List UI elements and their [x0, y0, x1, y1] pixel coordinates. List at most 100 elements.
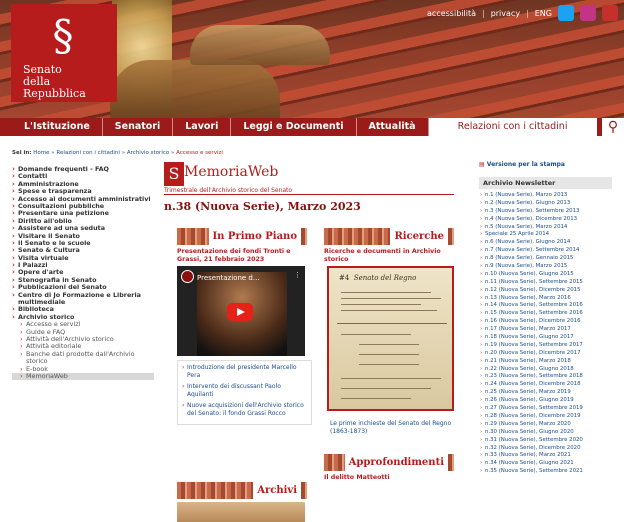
approfondimenti-label: Approfondimenti: [344, 454, 448, 471]
senato-logo[interactable]: § Senato della Repubblica: [11, 4, 117, 102]
archive-item[interactable]: n.9 (Nuova Serie), Marzo 2015: [479, 263, 612, 271]
play-icon[interactable]: [227, 303, 253, 321]
archive-item[interactable]: n.1 (Nuova Serie), Marzo 2013: [479, 192, 612, 200]
archive-item[interactable]: n.19 (Nuova Serie), Settembre 2017: [479, 342, 612, 350]
approfondimenti-headline[interactable]: Il delitto Matteotti: [324, 474, 454, 482]
sidebar-sub-memoriaweb[interactable]: MemoriaWeb: [12, 372, 154, 381]
search-icon[interactable]: ⚲: [602, 118, 624, 136]
link-acquisizioni[interactable]: Nuove acquisizioni dell'Archivio storico…: [182, 402, 307, 418]
scan-line: [359, 364, 419, 365]
archive-item[interactable]: n.28 (Nuova Serie), Dicembre 2019: [479, 413, 612, 421]
nav-attualita[interactable]: Attualità: [357, 118, 429, 136]
archive-item[interactable]: n.3 (Nuova Serie), Settembre 2013: [479, 208, 612, 216]
archive-item[interactable]: n.32 (Nuova Serie), Dicembre 2020: [479, 445, 612, 453]
nav-istituzione[interactable]: L'Istituzione: [0, 118, 103, 136]
archive-item[interactable]: n.5 (Nuova Serie), Marzo 2014: [479, 224, 612, 232]
youtube-icon[interactable]: [602, 5, 618, 21]
archive-item[interactable]: n.13 (Nuova Serie), Marzo 2016: [479, 295, 612, 303]
more-icon[interactable]: ⋮: [294, 271, 301, 279]
archivi-header: Archivi: [177, 482, 307, 499]
scan-line: [341, 398, 411, 399]
archive-item[interactable]: n.12 (Nuova Serie), Dicembre 2015: [479, 287, 612, 295]
channel-avatar: [181, 270, 194, 283]
link-intervento[interactable]: Intervento dei discussant Paolo Aquilant…: [182, 383, 307, 399]
nav-relazioni-cittadini[interactable]: Relazioni con i cittadini: [428, 118, 597, 136]
utility-bar: accessibilità | privacy | ENG: [427, 4, 624, 22]
scan-number: #4: [339, 274, 350, 282]
breadcrumb-home[interactable]: Home: [33, 150, 49, 156]
privacy-link[interactable]: privacy: [491, 9, 520, 18]
ricerche-headline[interactable]: Ricerche e documenti in Archivio storico: [324, 248, 454, 264]
instagram-icon[interactable]: [580, 5, 596, 21]
sidebar-sub-banche-dati[interactable]: Banche dati prodotte dall'Archivio stori…: [12, 350, 154, 366]
page-subtitle: Trimestrale dell'Archivio storico del Se…: [164, 187, 293, 194]
scan-line: [341, 378, 441, 379]
archive-item[interactable]: n.33 (Nuova Serie), Marzo 2021: [479, 452, 612, 460]
archive-item[interactable]: n.6 (Nuova Serie), Giugno 2014: [479, 239, 612, 247]
right-column: ▤ Versione per la stampa Archivio Newsle…: [479, 160, 612, 476]
archivi-label: Archivi: [253, 482, 301, 499]
print-link[interactable]: ▤ Versione per la stampa: [479, 160, 612, 170]
title-divider: [164, 194, 454, 195]
scan-heading: #4 Senato del Regno: [339, 274, 416, 282]
archive-item[interactable]: n.20 (Nuova Serie), Dicembre 2017: [479, 350, 612, 358]
archive-item[interactable]: n.29 (Nuova Serie), Marzo 2020: [479, 421, 612, 429]
archive-item[interactable]: n.23 (Nuova Serie), Settembre 2018: [479, 373, 612, 381]
primo-piano-headline[interactable]: Presentazione dei fondi Tronti e Grassi,…: [177, 248, 307, 264]
archive-item[interactable]: n.10 (Nuova Serie), Giugno 2015: [479, 271, 612, 279]
archive-item[interactable]: n.27 (Nuova Serie), Settembre 2019: [479, 405, 612, 413]
main-nav: L'Istituzione Senatori Lavori Leggi e Do…: [0, 118, 624, 136]
primo-piano-links: Introduzione del presidente Marcello Per…: [177, 360, 312, 425]
archive-item[interactable]: n.25 (Nuova Serie), Marzo 2019: [479, 389, 612, 397]
archive-item[interactable]: n.8 (Nuova Serie), Gennaio 2015: [479, 255, 612, 263]
twitter-icon[interactable]: [558, 5, 574, 21]
sidebar-item-centro[interactable]: Centro di Jo Formazione e Libreria multi…: [12, 291, 154, 307]
nav-leggi-documenti[interactable]: Leggi e Documenti: [231, 118, 357, 136]
printer-icon: ▤: [479, 161, 485, 168]
archive-item[interactable]: n.4 (Nuova Serie), Dicembre 2013: [479, 216, 612, 224]
scan-line: [341, 304, 421, 305]
ricerche-label: Ricerche: [390, 228, 448, 245]
video-player[interactable]: Presentazione d... ⋮: [177, 266, 305, 356]
breadcrumb-current: Accesso e servizi: [176, 150, 223, 156]
issue-title: n.38 (Nuova Serie), Marzo 2023: [164, 200, 361, 213]
archive-item[interactable]: n.22 (Nuova Serie), Giugno 2018: [479, 366, 612, 374]
archive-item[interactable]: n.21 (Nuova Serie), Marzo 2018: [479, 358, 612, 366]
print-label: Versione per la stampa: [486, 161, 565, 168]
archive-item[interactable]: n.30 (Nuova Serie), Giugno 2020: [479, 429, 612, 437]
page-title: MemoriaWeb: [184, 164, 279, 180]
nav-senatori[interactable]: Senatori: [103, 118, 174, 136]
archive-item[interactable]: n.14 (Nuova Serie), Settembre 2016: [479, 302, 612, 310]
approfondimenti-header: Approfondimenti: [324, 454, 454, 471]
sidebar: Domande frequenti - FAQ Contatti Amminis…: [12, 165, 154, 381]
lang-link[interactable]: ENG: [535, 9, 552, 18]
archive-item[interactable]: n.35 (Nuova Serie), Settembre 2021: [479, 468, 612, 476]
archive-item[interactable]: n.2 (Nuova Serie), Giugno 2013: [479, 200, 612, 208]
breadcrumb-archivio[interactable]: Archivio storico: [127, 150, 169, 156]
nav-lavori[interactable]: Lavori: [173, 118, 232, 136]
scan-line: [341, 388, 431, 389]
archivi-image[interactable]: [177, 502, 305, 522]
archive-item[interactable]: Speciale 25 Aprile 2014: [479, 231, 612, 239]
scan-rule: [337, 323, 447, 324]
archive-item[interactable]: n.7 (Nuova Serie), Settembre 2014: [479, 247, 612, 255]
link-introduzione[interactable]: Introduzione del presidente Marcello Per…: [182, 364, 307, 380]
scan-line: [359, 354, 419, 355]
bench-decoration: [190, 25, 330, 65]
archive-item[interactable]: n.24 (Nuova Serie), Dicembre 2018: [479, 381, 612, 389]
accessibility-link[interactable]: accessibilità: [427, 9, 476, 18]
archive-item[interactable]: n.26 (Nuova Serie), Giugno 2019: [479, 397, 612, 405]
archive-item[interactable]: n.18 (Nuova Serie), Giugno 2017: [479, 334, 612, 342]
archive-item[interactable]: n.15 (Nuova Serie), Settembre 2016: [479, 310, 612, 318]
breadcrumb-relazioni[interactable]: Relazioni con i cittadini: [56, 150, 120, 156]
link-inchieste[interactable]: Le prime inchieste del Senato del Regno …: [330, 420, 454, 436]
archive-item[interactable]: n.34 (Nuova Serie), Giugno 2021: [479, 460, 612, 468]
senato-name: Senato della Repubblica: [23, 63, 86, 100]
header-banner: § Senato della Repubblica accessibilità …: [0, 0, 624, 118]
archive-item[interactable]: n.11 (Nuova Serie), Settembre 2015: [479, 279, 612, 287]
archive-item[interactable]: n.17 (Nuova Serie), Marzo 2017: [479, 326, 612, 334]
archive-item[interactable]: n.31 (Nuova Serie), Settembre 2020: [479, 437, 612, 445]
archive-title: Archivio Newsletter: [479, 177, 612, 189]
document-scan-image[interactable]: #4 Senato del Regno: [327, 266, 454, 411]
archive-item[interactable]: n.16 (Nuova Serie), Dicembre 2016: [479, 318, 612, 326]
